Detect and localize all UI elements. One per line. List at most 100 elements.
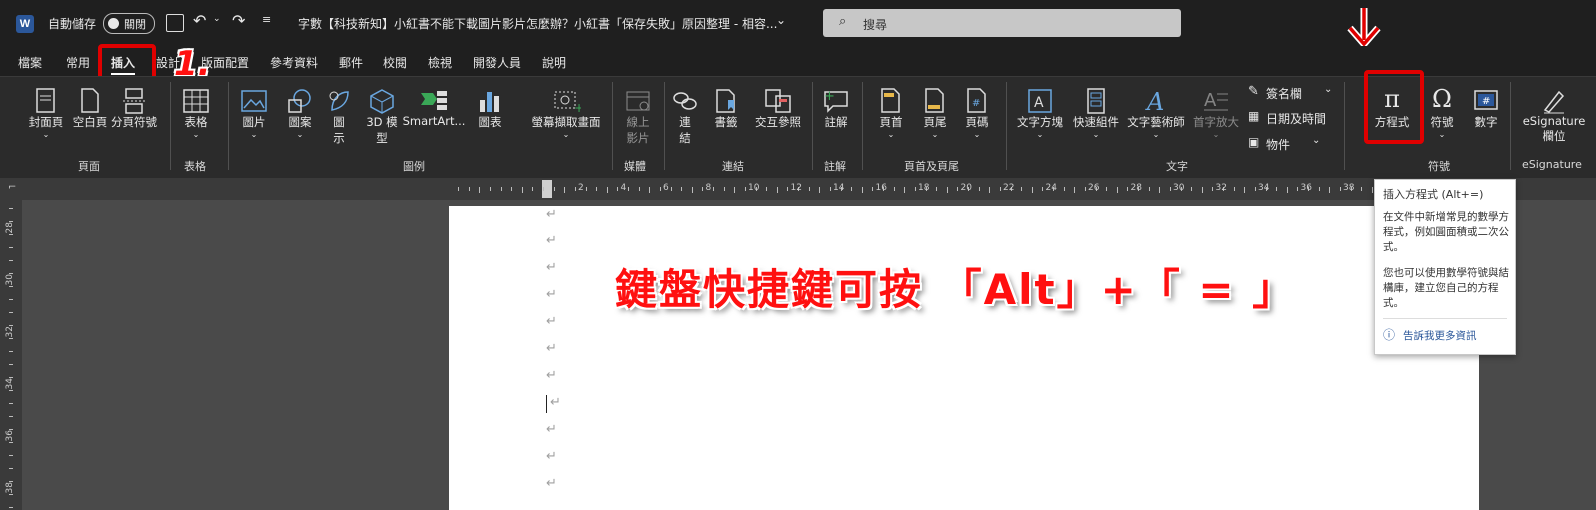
3d-models-button[interactable]: 3D 模 型: [362, 88, 402, 146]
ruler-tick-label: 8: [705, 183, 712, 193]
ruler-tick-label: 2: [578, 183, 584, 193]
ruler-tick: [1244, 187, 1246, 193]
link-icon: [673, 92, 697, 110]
tab-developer[interactable]: 開發人員: [473, 54, 521, 71]
ruler-tick-label: 6: [663, 183, 669, 193]
learn-more-link[interactable]: 告訴我更多資訊: [1403, 328, 1477, 343]
tab-references[interactable]: 參考資料: [270, 54, 318, 71]
symbol-button[interactable]: Ω 符號 ⌄: [1424, 84, 1460, 139]
object-icon: ▣: [1248, 135, 1260, 149]
smartart-button[interactable]: SmartArt...: [403, 88, 465, 128]
esignature-button[interactable]: eSignature 欄位: [1518, 88, 1590, 144]
ruler-tick: [9, 312, 13, 313]
paragraph-mark: ↵: [546, 368, 557, 383]
cover-page-button[interactable]: 封面頁 ⌄: [22, 88, 70, 139]
ruler-tick: [1169, 187, 1171, 191]
chevron-down-icon: ⌄: [1312, 135, 1321, 146]
ruler-tick: [1031, 187, 1033, 193]
ruler-tick: [819, 187, 821, 193]
ruler-tick-label: 4: [620, 183, 627, 193]
ruler-tick: [9, 416, 13, 417]
undo-dropdown-icon[interactable]: ⌄: [213, 14, 221, 24]
page-break-button[interactable]: 分頁符號: [108, 88, 160, 130]
undo-icon[interactable]: ↶: [193, 11, 206, 30]
signature-line-button[interactable]: ✎ 簽名欄 ⌄: [1248, 84, 1338, 102]
ruler-tick: [734, 187, 736, 193]
group-label-text: 文字: [1166, 160, 1188, 173]
number-button[interactable]: # 數字: [1468, 88, 1504, 130]
ruler-tick: [9, 455, 13, 456]
page-number-button[interactable]: # 頁碼 ⌄: [960, 88, 994, 139]
comment-icon: +: [824, 89, 848, 113]
screenshot-button[interactable]: + 螢幕擷取畫面 ⌄: [526, 88, 606, 139]
ruler-tick: [553, 187, 555, 191]
tab-mailings[interactable]: 郵件: [339, 54, 363, 71]
group-separator: [1006, 82, 1007, 170]
tab-home[interactable]: 常用: [66, 54, 90, 71]
save-icon[interactable]: [166, 14, 184, 32]
icons-button[interactable]: 圖 示: [324, 88, 354, 146]
paragraph-mark: ↵: [546, 207, 557, 222]
textbox-button[interactable]: A 文字方塊 ⌄: [1012, 88, 1068, 139]
ruler-tick-label: 34: [5, 378, 15, 390]
table-button[interactable]: 表格 ⌄: [176, 88, 216, 139]
tab-help[interactable]: 說明: [542, 54, 566, 71]
ruler-tick: [1074, 187, 1076, 193]
tab-file[interactable]: 檔案: [18, 54, 42, 71]
screenshot-icon: +: [554, 91, 581, 114]
cross-reference-button[interactable]: 交互參照: [750, 88, 806, 130]
horizontal-ruler[interactable]: ⌐ 246810121416182022242628303234363840: [0, 178, 1596, 200]
footer-button[interactable]: 頁尾 ⌄: [918, 88, 952, 139]
vertical-ruler[interactable]: 28 30 32 34 36 38: [0, 200, 22, 510]
group-label-symbols: 符號: [1428, 160, 1450, 173]
search-box[interactable]: ⌕ 搜尋: [823, 9, 1181, 37]
blank-page-button[interactable]: 空白頁: [66, 88, 114, 130]
svg-text:+: +: [574, 101, 581, 114]
object-button[interactable]: ▣ 物件 ⌄: [1248, 135, 1338, 153]
ruler-tick-label: 38: [1343, 183, 1355, 193]
search-icon: ⌕: [839, 14, 847, 29]
ruler-tick: [702, 187, 704, 191]
ruler-tick-label: 28: [5, 222, 15, 234]
shapes-button[interactable]: 圖案 ⌄: [282, 88, 318, 139]
pictures-button[interactable]: 圖片 ⌄: [236, 88, 272, 139]
ruler-tick: [1201, 187, 1203, 193]
autosave-toggle[interactable]: 關閉: [103, 13, 155, 34]
quick-parts-button[interactable]: 快速組件 ⌄: [1068, 88, 1124, 139]
number-icon: #: [1474, 90, 1498, 110]
tab-review[interactable]: 校閱: [383, 54, 407, 71]
chevron-down-icon: ⌄: [1324, 84, 1333, 95]
picture-icon: [241, 90, 267, 112]
autosave-state: 關閉: [124, 18, 146, 31]
tab-view[interactable]: 檢視: [428, 54, 452, 71]
chart-button[interactable]: 圖表: [472, 88, 508, 130]
ruler-tick: [1212, 187, 1214, 191]
ruler-tick: [914, 187, 916, 191]
ruler-tick: [1106, 187, 1108, 191]
svg-text:A: A: [1034, 95, 1044, 111]
redo-icon[interactable]: ↷: [232, 11, 245, 30]
ruler-tick: [659, 187, 661, 191]
ruler-tick: [829, 187, 831, 191]
header-button[interactable]: 頁首 ⌄: [874, 88, 908, 139]
ruler-tick: [1329, 187, 1331, 193]
comment-button[interactable]: + 註解: [818, 88, 854, 130]
ruler-tick: [1233, 187, 1235, 191]
dropcap-button[interactable]: A 首字放大 ⌄: [1190, 88, 1242, 139]
date-time-button[interactable]: ▦ 日期及時間: [1248, 109, 1338, 127]
search-placeholder: 搜尋: [863, 18, 888, 32]
wordart-button[interactable]: A 文字藝術師 ⌄: [1124, 88, 1188, 139]
document-page[interactable]: [449, 206, 1479, 510]
svg-text:#: #: [1482, 96, 1490, 107]
ruler-tick: [893, 187, 895, 191]
ruler-tick: [9, 377, 13, 378]
ruler-tick-label: 18: [918, 183, 930, 193]
title-dropdown-icon[interactable]: ⌄: [776, 13, 786, 27]
ruler-tick: [713, 187, 714, 191]
signature-line-icon: ✎: [1248, 84, 1259, 99]
bookmark-button[interactable]: 書籤: [708, 88, 744, 130]
customize-toolbar-icon[interactable]: ≡: [262, 13, 271, 26]
link-button[interactable]: 連 結: [670, 88, 700, 146]
online-video-button[interactable]: 線上 影片: [620, 88, 656, 146]
ruler-tick: [904, 187, 906, 193]
